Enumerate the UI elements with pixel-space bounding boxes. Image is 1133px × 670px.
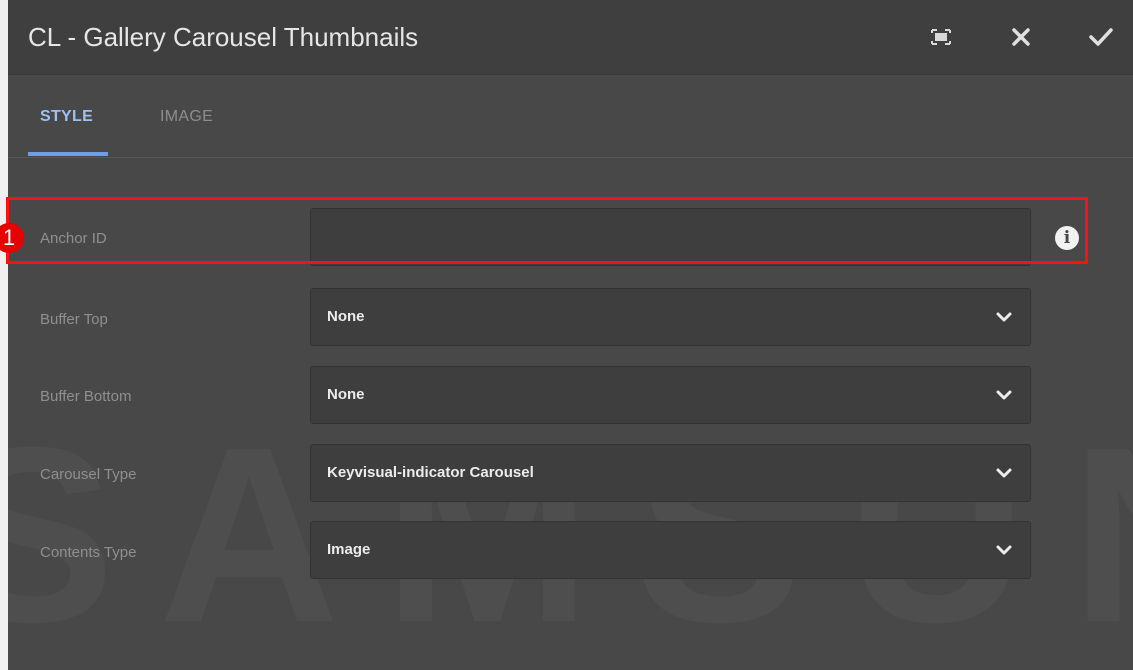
buffer-top-select[interactable]: None — [310, 288, 1031, 346]
tab-image[interactable]: IMAGE — [160, 108, 213, 126]
dialog: SAMSUNG CL - Gallery Carousel Thumbnails… — [8, 0, 1133, 670]
close-button[interactable] — [1006, 22, 1036, 52]
tab-style[interactable]: STYLE — [40, 108, 93, 126]
contents-type-value: Image — [327, 541, 371, 558]
fullscreen-icon — [931, 29, 951, 45]
dialog-title: CL - Gallery Carousel Thumbnails — [28, 22, 419, 52]
dialog-header: CL - Gallery Carousel Thumbnails — [8, 0, 1133, 75]
active-tab-indicator — [28, 152, 108, 156]
buffer-top-label: Buffer Top — [40, 311, 108, 328]
contents-type-select[interactable]: Image — [310, 521, 1031, 579]
chevron-down-icon — [996, 390, 1012, 400]
chevron-down-icon — [996, 545, 1012, 555]
annotation-highlight-box — [6, 197, 1088, 264]
chevron-down-icon — [996, 468, 1012, 478]
done-button[interactable] — [1086, 22, 1116, 52]
close-icon — [1012, 28, 1030, 46]
checkmark-icon — [1089, 28, 1113, 46]
carousel-type-label: Carousel Type — [40, 466, 137, 483]
chevron-down-icon — [996, 312, 1012, 322]
carousel-type-select[interactable]: Keyvisual-indicator Carousel — [310, 444, 1031, 502]
buffer-bottom-value: None — [327, 386, 365, 403]
tab-bar: STYLE IMAGE — [8, 74, 1133, 158]
buffer-bottom-label: Buffer Bottom — [40, 388, 132, 405]
buffer-top-value: None — [327, 308, 365, 325]
contents-type-label: Contents Type — [40, 544, 137, 561]
fullscreen-button[interactable] — [926, 22, 956, 52]
carousel-type-value: Keyvisual-indicator Carousel — [327, 464, 534, 481]
buffer-bottom-select[interactable]: None — [310, 366, 1031, 424]
